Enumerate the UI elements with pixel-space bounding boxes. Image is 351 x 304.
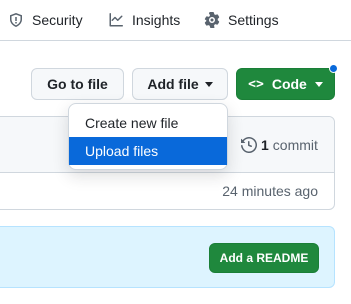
commit-count-link[interactable]: 1 commit [241, 137, 318, 153]
add-file-menu: Create new file Upload files [68, 103, 228, 170]
add-file-button[interactable]: Add file [132, 68, 228, 100]
go-to-file-button[interactable]: Go to file [31, 68, 124, 100]
commit-word: commit [272, 137, 318, 153]
caret-down-icon [314, 81, 323, 87]
caret-down-icon [204, 81, 213, 87]
history-icon [241, 137, 261, 153]
graph-icon [108, 12, 132, 28]
repo-nav: Security Insights Settings [0, 0, 351, 41]
menu-item-label: Create new file [85, 115, 179, 131]
readme-banner: Add a README [0, 226, 335, 288]
nav-insights[interactable]: Insights [108, 8, 180, 32]
add-readme-label: Add a README [219, 251, 309, 265]
menu-item-create-new-file[interactable]: Create new file [69, 109, 227, 137]
nav-security[interactable]: Security [8, 8, 83, 32]
menu-item-label: Upload files [85, 143, 159, 159]
nav-security-label: Security [32, 12, 83, 28]
commit-count: 1 [261, 137, 269, 153]
code-icon: <> [248, 76, 264, 92]
nav-insights-label: Insights [132, 12, 181, 28]
notification-dot [329, 64, 338, 73]
add-readme-button[interactable]: Add a README [209, 243, 319, 273]
nav-settings-label: Settings [228, 12, 279, 28]
menu-item-upload-files[interactable]: Upload files [69, 137, 227, 165]
code-label: Code [271, 76, 307, 92]
nav-settings[interactable]: Settings [204, 8, 279, 32]
last-updated-time: 24 minutes ago [222, 183, 318, 199]
shield-icon [8, 12, 32, 28]
code-button[interactable]: <> Code [236, 68, 335, 100]
go-to-file-label: Go to file [47, 76, 108, 92]
gear-icon [204, 12, 228, 28]
add-file-label: Add file [147, 76, 199, 92]
